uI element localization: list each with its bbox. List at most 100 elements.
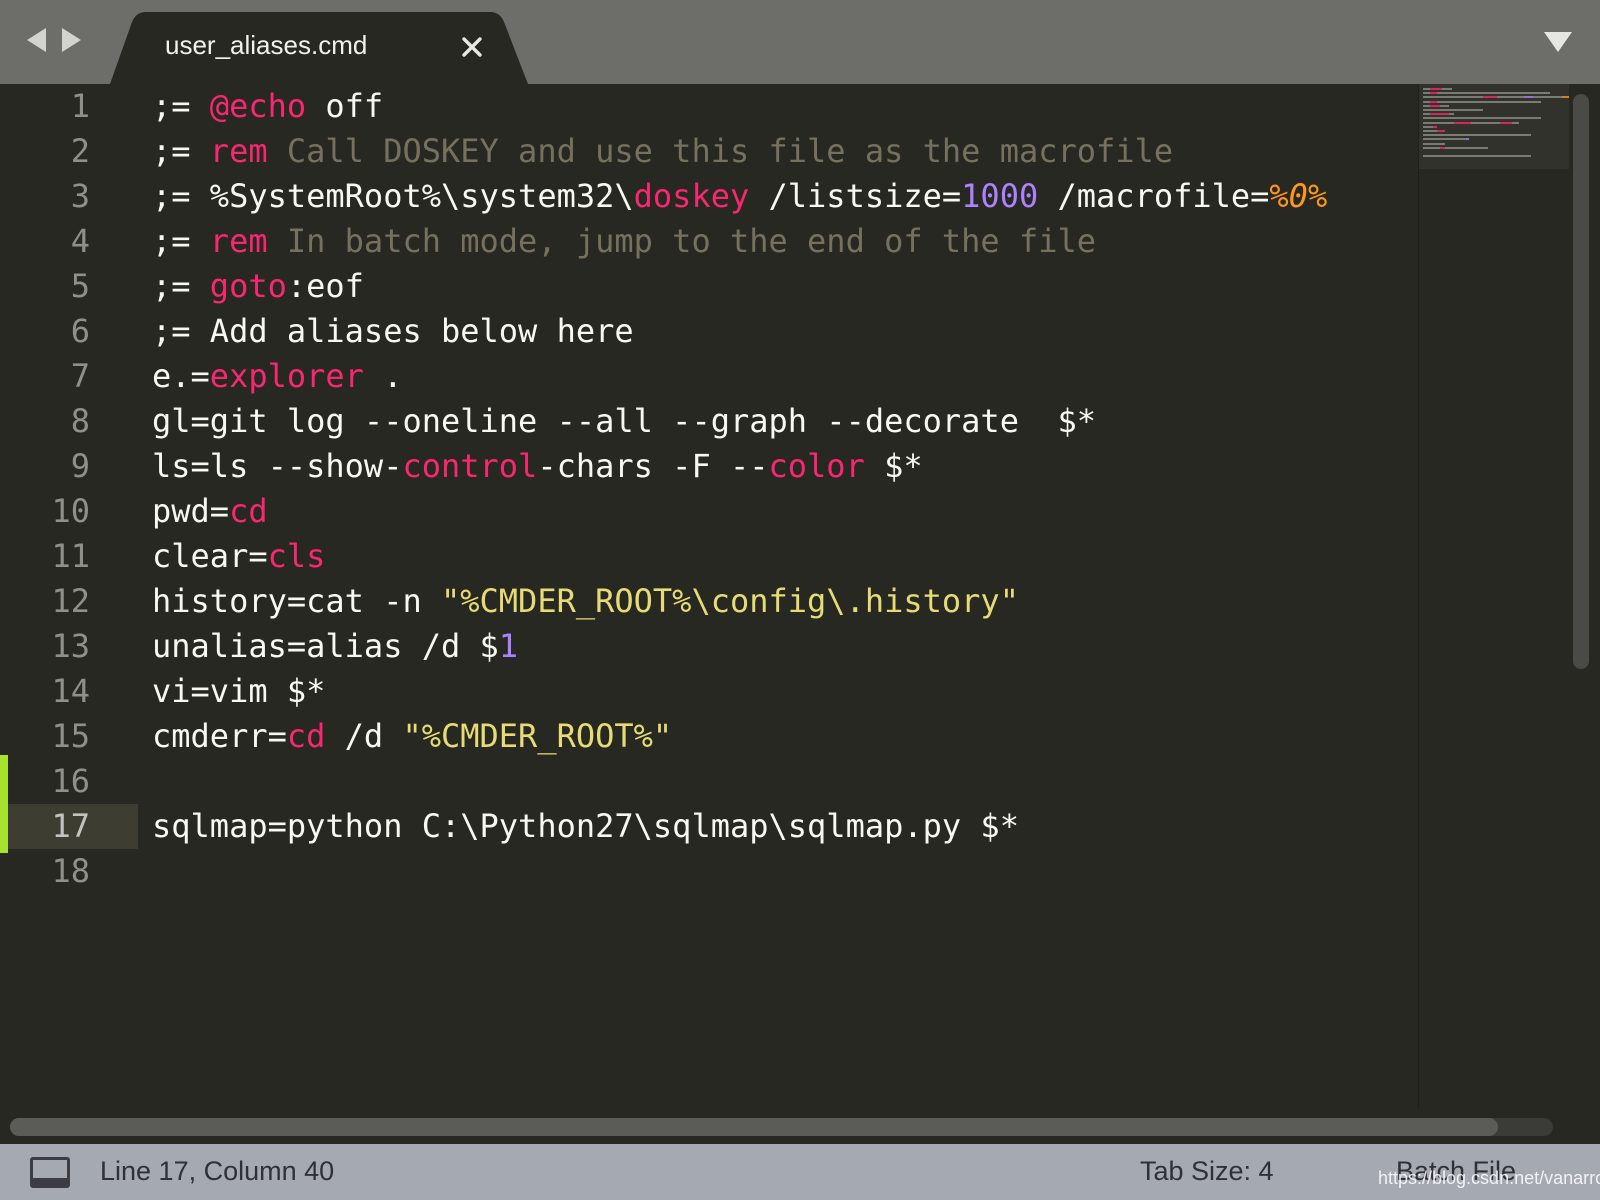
cursor-position: Line 17, Column 40 — [100, 1156, 335, 1186]
code-line: clear=cls — [152, 534, 325, 579]
tab-size-selector[interactable]: Tab Size: 4 — [1140, 1156, 1274, 1187]
minimap-line — [1423, 138, 1469, 141]
line-number: 8 — [70, 402, 90, 440]
minimap-line — [1423, 130, 1445, 132]
modified-lines-marker — [0, 755, 8, 853]
code-token: @echo — [209, 87, 307, 125]
code-token: /listsize= — [749, 177, 962, 215]
code-token: cmderr= — [152, 717, 287, 755]
line-number: 3 — [70, 177, 90, 215]
status-bar: Line 17, Column 40 Tab Size: 4 Batch Fil… — [0, 1144, 1600, 1200]
tab-bar: user_aliases.cmd — [0, 0, 1600, 84]
minimap-token — [1430, 104, 1440, 107]
horizontal-scrollbar[interactable] — [10, 1118, 1553, 1136]
code-token: control — [402, 447, 538, 485]
code-line: ;= @echo off — [152, 84, 383, 129]
minimap[interactable] — [1418, 84, 1570, 1109]
code-line: gl=git log --oneline --all --graph --dec… — [152, 399, 1096, 444]
minimap-token — [1437, 130, 1445, 132]
minimap-token — [1439, 146, 1445, 149]
line-number: 4 — [70, 222, 90, 260]
code-token: ;= — [152, 132, 210, 170]
minimap-line — [1423, 142, 1445, 145]
minimap-line — [1423, 113, 1455, 116]
minimap-line — [1423, 104, 1450, 107]
code-token: %0% — [1269, 177, 1328, 215]
horizontal-scrollbar-thumb[interactable] — [10, 1118, 1498, 1136]
minimap-line — [1423, 117, 1541, 120]
code-token: doskey — [633, 177, 750, 215]
minimap-token — [1430, 92, 1438, 95]
code-token: "%CMDER_ROOT%\config\.history" — [440, 582, 1019, 620]
code-token: clear= — [152, 537, 268, 575]
minimap-token — [1430, 113, 1450, 116]
code-token: /d — [325, 717, 403, 755]
minimap-line — [1423, 134, 1531, 137]
minimap-token — [1430, 88, 1443, 90]
code-line: pwd=cd — [152, 489, 268, 534]
minimap-token — [1483, 96, 1498, 99]
minimap-token — [1432, 125, 1438, 128]
code-token: 1 — [498, 627, 519, 665]
code-view[interactable]: ;= @echo off ;= rem Call DOSKEY and use t… — [152, 84, 1410, 1144]
code-token: history=cat -n — [152, 582, 441, 620]
line-number: 5 — [70, 267, 90, 305]
minimap-token — [1523, 96, 1534, 99]
code-line: ;= %SystemRoot%\system32\doskey /listsiz… — [152, 174, 1327, 219]
line-number: 18 — [51, 852, 90, 890]
line-number: 16 — [51, 762, 90, 800]
code-token: ;= Add aliases below here — [152, 312, 634, 350]
code-token: In batch mode, jump to the end of the fi… — [267, 222, 1097, 260]
line-number: 11 — [51, 537, 90, 575]
code-token: 1000 — [961, 177, 1039, 215]
code-line: ;= goto:eof — [152, 264, 364, 309]
nav-back-icon[interactable] — [27, 28, 46, 52]
line-number: 12 — [51, 582, 90, 620]
minimap-line — [1423, 109, 1483, 111]
code-token: color — [768, 447, 865, 485]
line-number: 14 — [51, 672, 90, 710]
code-token: sqlmap=python C:\Python27\sqlmap\sqlmap.… — [152, 807, 1019, 845]
minimap-line — [1423, 92, 1551, 95]
code-token: explorer — [209, 357, 364, 395]
minimap-line — [1423, 146, 1488, 149]
vertical-scrollbar[interactable] — [1573, 94, 1591, 1109]
code-token: ;= — [152, 87, 210, 125]
minimap-line — [1423, 88, 1452, 90]
code-token: cls — [267, 537, 326, 575]
code-line: e.=explorer . — [152, 354, 402, 399]
chevron-down-icon[interactable] — [1544, 32, 1572, 52]
line-number: 17 — [0, 804, 138, 849]
code-token: off — [306, 87, 384, 125]
code-token: rem — [209, 132, 268, 170]
editor-area: 1 2 3 4 5 6 7 8 9 10 11 12 13 14 15 16 17 18 ;= @echo off… — [0, 84, 1600, 1144]
code-token: :eof — [286, 267, 364, 305]
tab-user-aliases[interactable]: user_aliases.cmd — [110, 12, 540, 84]
watermark-text: https://blog.csdn.net/vanarrow — [1378, 1168, 1600, 1188]
code-token: cd — [229, 492, 268, 530]
close-icon[interactable] — [458, 33, 486, 61]
line-number: 2 — [70, 132, 90, 170]
code-token: unalias=alias /d $ — [152, 627, 499, 665]
code-token: pwd= — [152, 492, 230, 530]
minimap-line — [1423, 121, 1519, 124]
line-number: 15 — [51, 717, 90, 755]
code-token: -chars -F -- — [537, 447, 769, 485]
code-line: ls=ls --show-control-chars -F --color $* — [152, 444, 923, 489]
code-line: sqlmap=python C:\Python27\sqlmap\sqlmap.… — [152, 804, 1019, 849]
code-token: goto — [209, 267, 287, 305]
minimap-line — [1423, 96, 1570, 99]
panel-toggle-icon[interactable] — [30, 1157, 70, 1188]
code-token: /macrofile= — [1038, 177, 1270, 215]
code-token: $* — [864, 447, 923, 485]
code-line: unalias=alias /d $1 — [152, 624, 518, 669]
minimap-token — [1562, 96, 1570, 99]
line-number: 9 — [70, 447, 90, 485]
code-line: history=cat -n "%CMDER_ROOT%\config\.his… — [152, 579, 1019, 624]
nav-forward-icon[interactable] — [62, 28, 81, 52]
code-token: vi=vim $* — [152, 672, 326, 710]
vertical-scrollbar-thumb[interactable] — [1573, 94, 1589, 669]
minimap-line — [1423, 155, 1531, 158]
line-number: 13 — [51, 627, 90, 665]
tab-title: user_aliases.cmd — [165, 30, 368, 60]
